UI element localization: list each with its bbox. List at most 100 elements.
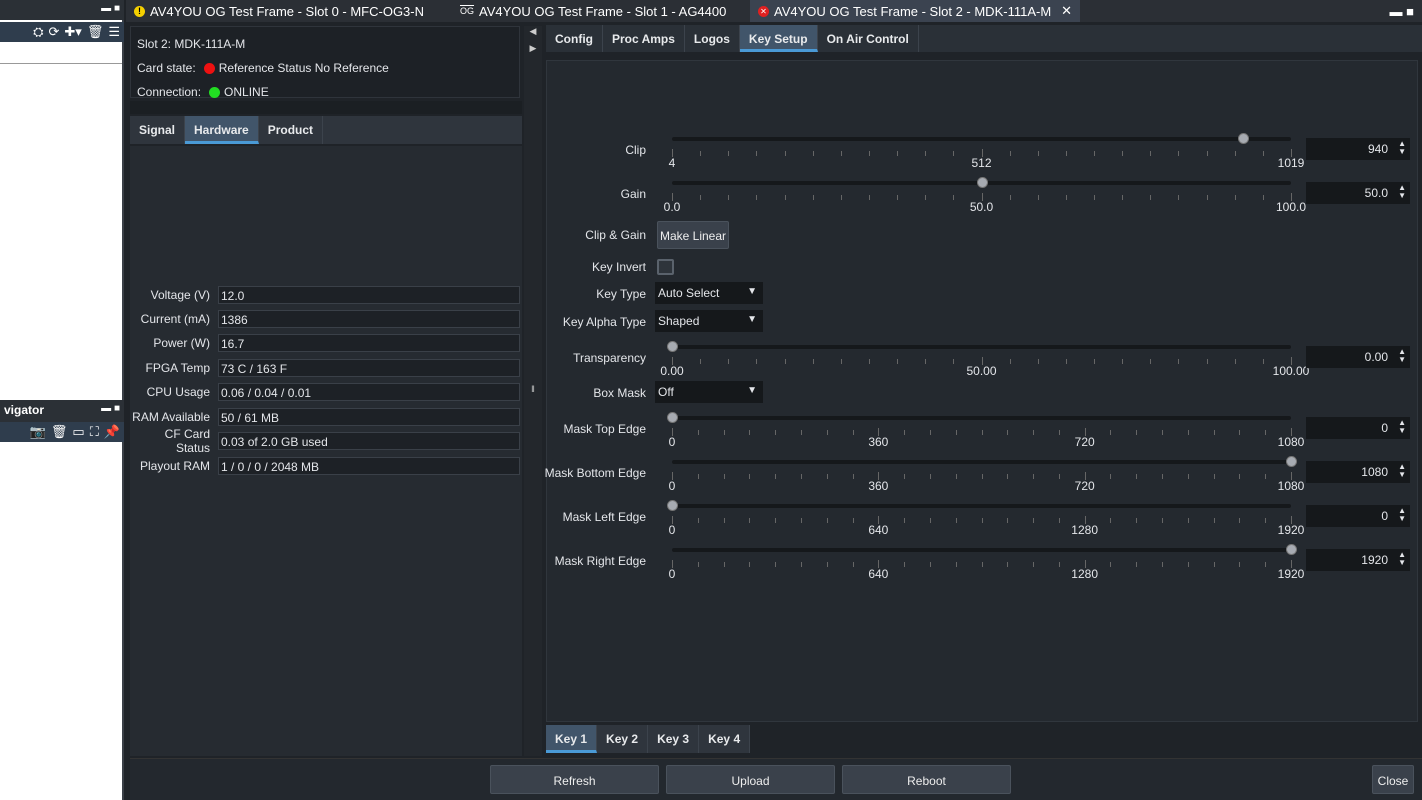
- key-alpha-type-value: Shaped: [658, 314, 700, 328]
- slider-tick: [749, 518, 751, 523]
- slider-tick: [1007, 562, 1009, 567]
- slider-tick: [1178, 359, 1180, 364]
- close-button[interactable]: Close: [1372, 765, 1414, 794]
- tab-hardware[interactable]: Hardware: [185, 116, 259, 144]
- tab-label: AV4YOU OG Test Frame - Slot 1 - AG4400: [479, 3, 727, 19]
- value-spinbox[interactable]: 0.00 ▲ ▼: [1306, 346, 1410, 368]
- slider-tick: [756, 359, 758, 364]
- add-icon[interactable]: ✚▾: [64, 24, 81, 40]
- tab-config[interactable]: Config: [546, 25, 603, 52]
- spin-arrows-icon[interactable]: ▲ ▼: [1398, 507, 1406, 523]
- slider-handle[interactable]: [1237, 133, 1249, 144]
- bottom-bar: Refresh Upload Reboot Close: [130, 758, 1422, 800]
- tab-on-air-control[interactable]: On Air Control: [818, 25, 919, 52]
- tab-logos[interactable]: Logos: [685, 25, 740, 52]
- refresh-button[interactable]: Refresh: [490, 765, 659, 794]
- trash-icon[interactable]: 🗑: [51, 424, 68, 440]
- slider-tick-label: 1280: [1071, 523, 1099, 537]
- key-type-select[interactable]: Auto Select ▼: [655, 282, 763, 304]
- slider-handle[interactable]: [667, 341, 678, 352]
- splitter[interactable]: ◀ ▶ ‖: [524, 26, 542, 756]
- spin-arrows-icon[interactable]: ▲ ▼: [1398, 463, 1406, 479]
- slider-handle[interactable]: [1286, 456, 1297, 467]
- list-icon[interactable]: ☰: [108, 24, 120, 40]
- tab-slot-1[interactable]: OG AV4YOU OG Test Frame - Slot 1 - AG4400: [452, 0, 750, 22]
- slider-tick: [723, 430, 725, 435]
- value-spinbox[interactable]: 1920 ▲ ▼: [1306, 549, 1410, 571]
- left-tab-bar: Signal Hardware Product: [130, 116, 522, 144]
- slider-handle[interactable]: [1286, 544, 1297, 555]
- pin-icon[interactable]: 📌: [104, 424, 120, 440]
- window-controls[interactable]: ▬ ■: [1382, 0, 1422, 22]
- slider-tick: [697, 562, 699, 567]
- value-spinbox[interactable]: 940 ▲ ▼: [1306, 138, 1410, 160]
- trash-icon[interactable]: 🗑: [87, 24, 104, 40]
- slider-tick-label: 100.00: [1272, 364, 1310, 378]
- drag-handle-icon[interactable]: ‖: [524, 384, 542, 394]
- box-mask-select[interactable]: Off ▼: [655, 381, 763, 403]
- key-alpha-type-select[interactable]: Shaped ▼: [655, 310, 763, 332]
- tab-proc-amps[interactable]: Proc Amps: [603, 25, 685, 52]
- collapse-left-icon[interactable]: ◀: [524, 26, 542, 37]
- slider-tick-label: 640: [868, 567, 889, 581]
- status-red-icon: [203, 62, 215, 74]
- upload-button[interactable]: Upload: [666, 765, 835, 794]
- slider-tick: [1150, 195, 1152, 200]
- tab-slot-0[interactable]: ! AV4YOU OG Test Frame - Slot 0 - MFC-OG3…: [126, 0, 452, 22]
- tree-search-input[interactable]: [0, 42, 122, 64]
- slider-handle[interactable]: [976, 177, 988, 188]
- value-spinbox[interactable]: 0 ▲ ▼: [1306, 417, 1410, 439]
- slider-track[interactable]: 0 360 720 1080: [667, 412, 1304, 449]
- value-spinbox[interactable]: 1080 ▲ ▼: [1306, 461, 1410, 483]
- tab-signal[interactable]: Signal: [130, 116, 186, 144]
- tab-slot-2[interactable]: ✕ AV4YOU OG Test Frame - Slot 2 - MDK-111…: [750, 0, 1080, 22]
- tab-product[interactable]: Product: [259, 116, 324, 144]
- camera-icon[interactable]: 📷: [30, 424, 46, 440]
- discover-icon[interactable]: ⛭: [33, 24, 43, 40]
- slider-label: Mask Left Edge: [562, 510, 646, 524]
- dock-window-buttons[interactable]: ▬ ■: [101, 3, 120, 14]
- spin-arrows-icon[interactable]: ▲ ▼: [1398, 184, 1406, 200]
- slider-tick: [723, 518, 725, 523]
- slider-track[interactable]: 0 360 720 1080: [669, 456, 1304, 493]
- slider-track[interactable]: 0 640 1280 1920: [667, 500, 1304, 537]
- divider: [130, 101, 522, 114]
- window-icon[interactable]: ▭: [72, 424, 84, 440]
- card-state-label: Card state:: [137, 61, 196, 75]
- slider-track[interactable]: 0 640 1280 1920: [669, 544, 1304, 581]
- key-alpha-type-label: Key Alpha Type: [562, 315, 646, 329]
- slider-track[interactable]: 0.00 50.00 100.00: [660, 341, 1309, 378]
- chevron-down-icon: ▼: [747, 314, 757, 325]
- make-linear-button[interactable]: Make Linear: [657, 221, 729, 249]
- tab-key-4[interactable]: Key 4: [699, 725, 751, 753]
- slider-handle[interactable]: [667, 500, 678, 511]
- spin-arrows-icon[interactable]: ▲ ▼: [1398, 348, 1406, 364]
- slider-track[interactable]: 0.0 50.0 100.0: [664, 177, 1306, 214]
- expand-right-icon[interactable]: ▶: [524, 43, 542, 54]
- hardware-row: Current (mA) 1386: [130, 309, 522, 329]
- value-spinbox[interactable]: 50.0 ▲ ▼: [1306, 182, 1410, 204]
- hardware-label: RAM Available: [132, 410, 210, 424]
- tab-key-2[interactable]: Key 2: [597, 725, 649, 753]
- spin-arrows-icon[interactable]: ▲ ▼: [1398, 140, 1406, 156]
- slider-tick: [812, 195, 814, 200]
- key-type-value: Auto Select: [658, 286, 720, 300]
- tab-key-3[interactable]: Key 3: [648, 725, 700, 753]
- value-spinbox[interactable]: 0 ▲ ▼: [1306, 505, 1410, 527]
- spin-arrows-icon[interactable]: ▲ ▼: [1398, 551, 1406, 567]
- slider-tick-label: 640: [868, 523, 889, 537]
- close-tab-icon[interactable]: ✕: [1061, 3, 1072, 19]
- refresh-icon[interactable]: ⟳: [49, 24, 60, 40]
- key-invert-checkbox[interactable]: [657, 259, 674, 275]
- dock-window-buttons[interactable]: ▬ ■: [101, 403, 120, 414]
- spin-arrows-icon[interactable]: ▲ ▼: [1398, 419, 1406, 435]
- slider-tick: [1178, 195, 1180, 200]
- slider-handle[interactable]: [667, 412, 678, 423]
- slider-track[interactable]: 4 512 1019: [669, 133, 1304, 170]
- tab-key-1[interactable]: Key 1: [546, 725, 598, 753]
- hardware-label: Voltage (V): [150, 288, 210, 302]
- slider-tick: [981, 430, 983, 435]
- fullscreen-icon[interactable]: ⛶: [90, 424, 99, 440]
- reboot-button[interactable]: Reboot: [842, 765, 1011, 794]
- tab-key-setup[interactable]: Key Setup: [739, 25, 818, 52]
